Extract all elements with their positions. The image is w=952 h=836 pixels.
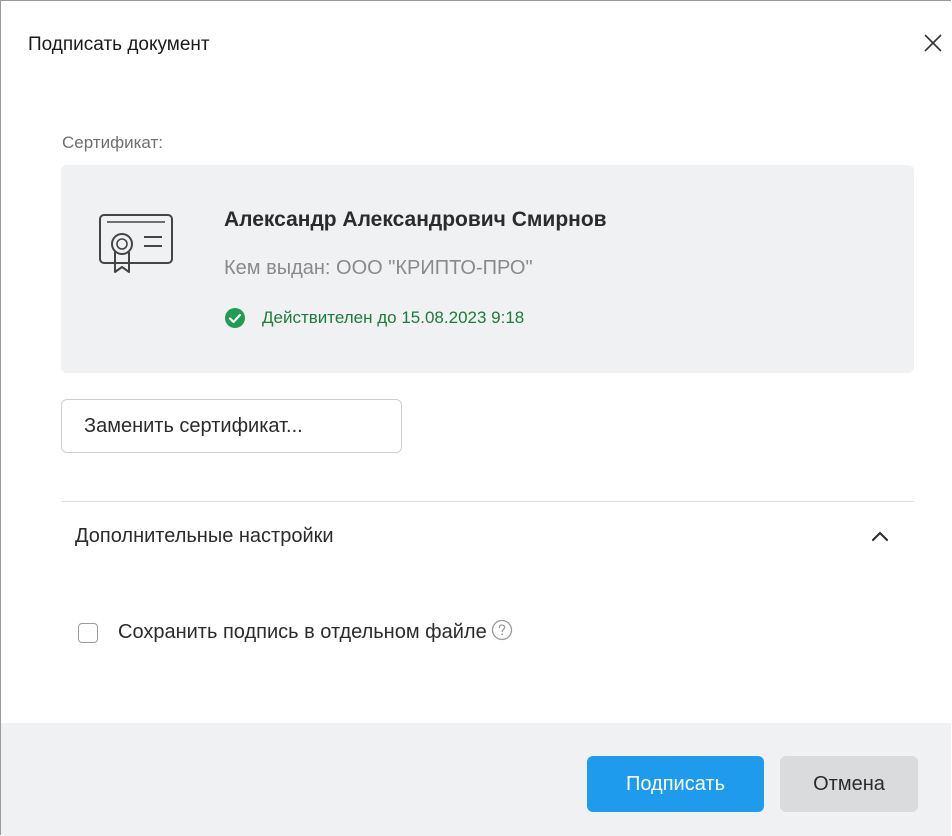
certificate-validity: Действителен до 15.08.2023 9:18 xyxy=(224,307,524,329)
dialog-titlebar: Подписать документ xyxy=(1,1,951,89)
dialog-footer: Подписать Отмена xyxy=(1,723,951,836)
validity-text: Действителен до 15.08.2023 9:18 xyxy=(262,308,525,327)
close-icon[interactable] xyxy=(919,29,947,57)
cancel-button[interactable]: Отмена xyxy=(780,756,918,812)
chevron-up-icon[interactable] xyxy=(869,527,891,545)
replace-certificate-button[interactable]: Заменить сертификат... xyxy=(61,399,402,453)
save-separate-checkbox[interactable] xyxy=(78,622,98,643)
check-circle-icon xyxy=(224,307,246,329)
certificate-issuer: Кем выдан: ООО "КРИПТО-ПРО" xyxy=(224,257,533,279)
save-separate-option: Сохранить подпись в отдельном файле xyxy=(78,619,513,644)
certificate-icon xyxy=(98,210,174,276)
certificate-owner: Александр Александрович Смирнов xyxy=(224,208,607,231)
advanced-settings-label: Дополнительные настройки xyxy=(75,525,334,547)
certificate-card: Александр Александрович Смирнов Кем выда… xyxy=(61,165,914,373)
divider xyxy=(61,501,914,502)
certificate-caption: Сертификат: xyxy=(62,133,163,152)
sign-document-dialog: Подписать документ Сертификат: Александр… xyxy=(0,0,951,836)
save-separate-label[interactable]: Сохранить подпись в отдельном файле xyxy=(118,621,487,644)
advanced-settings-toggle[interactable]: Дополнительные настройки xyxy=(61,507,914,567)
dialog-title: Подписать документ xyxy=(28,34,210,55)
help-icon[interactable] xyxy=(491,619,513,641)
sign-button[interactable]: Подписать xyxy=(587,756,764,812)
